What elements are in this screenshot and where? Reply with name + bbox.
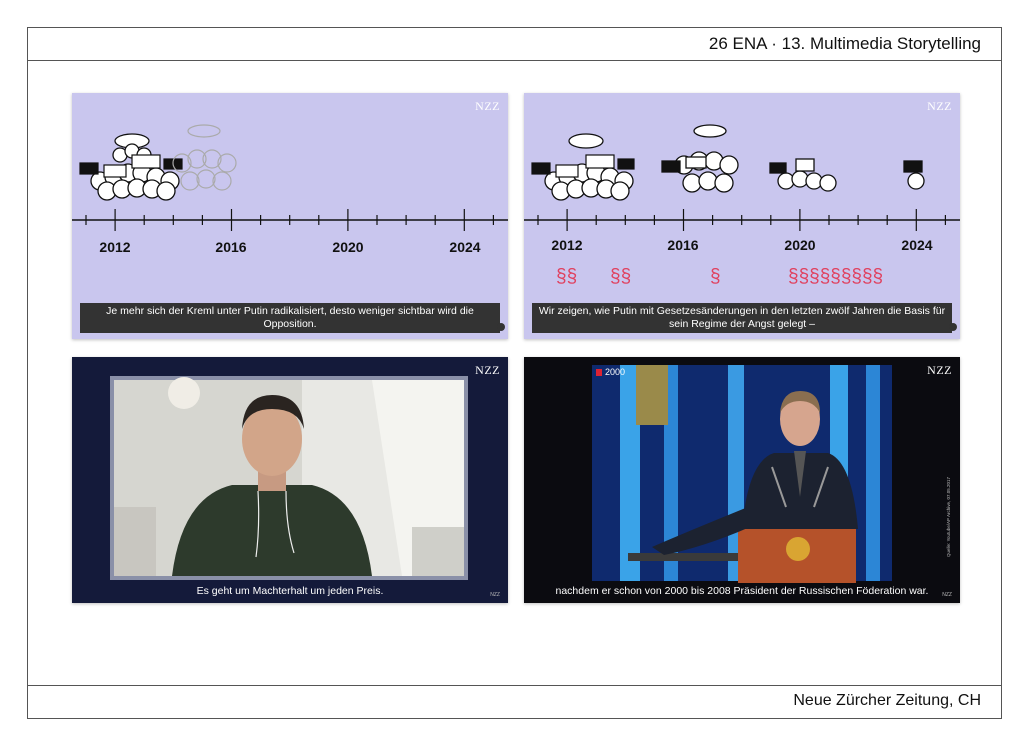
table-shape <box>628 553 738 561</box>
year-label: 2012 <box>551 237 582 253</box>
timeline-panel-opposition: NZZ 2012 2016 2020 2024 Je mehr sich der… <box>72 93 508 339</box>
nzz-watermark: NZZ <box>490 592 500 598</box>
subtitle: Je mehr sich der Kreml unter Putin radik… <box>80 303 500 333</box>
law-paragraph-symbols: §§§§§§§§§ <box>788 266 883 287</box>
slide-title: 26 ENA · 13. Multimedia Storytelling <box>708 34 981 53</box>
year-label: 2016 <box>667 237 698 253</box>
player-dot-icon <box>949 323 957 331</box>
timeline-graphic: 2012 2016 2020 2024 §§ §§ § §§§§§§§§§ <box>524 124 960 287</box>
protest-crowd-2020-icon <box>769 158 837 192</box>
law-paragraph-symbols: § <box>710 266 721 287</box>
protest-crowd-2016-icon <box>661 124 739 193</box>
year-badge: 2000 <box>596 367 625 377</box>
subtitle: Es geht um Machterhalt um jeden Preis. <box>196 585 384 597</box>
year-label: 2024 <box>449 239 480 255</box>
source-credit: Quelle: Youtube/AP Archive, 07.05.2017 <box>946 477 951 557</box>
interview-video-frame <box>110 376 468 580</box>
calendar-icon <box>596 369 602 377</box>
source-label: Neue Zürcher Zeitung, CH <box>793 692 981 709</box>
header-bar: 26 ENA · 13. Multimedia Storytelling <box>28 28 1001 61</box>
year-label: 2020 <box>332 239 363 255</box>
coat-of-arms-icon <box>786 537 810 561</box>
year-label: 2016 <box>215 239 246 255</box>
archive-video-frame <box>592 365 892 583</box>
timeline-graphic: 2012 2016 2020 2024 <box>72 124 508 255</box>
protester-2024-icon <box>903 160 925 190</box>
video-panel-archive: NZZ 2000 Quelle: Youtube/AP Archive, 07.… <box>524 357 960 603</box>
faded-crowd-icon <box>172 124 237 191</box>
player-dot-icon <box>497 323 505 331</box>
year-label: 2012 <box>99 239 130 255</box>
year-label: 2020 <box>784 237 815 253</box>
law-paragraph-symbols: §§ <box>556 266 577 287</box>
lamp-shape <box>168 377 200 409</box>
timeline-panel-laws: NZZ 2012 2016 2020 2024 §§ §§ § §§§§§§§§… <box>524 93 960 339</box>
year-label: 2024 <box>901 237 932 253</box>
subtitle: nachdem er schon von 2000 bis 2008 Präsi… <box>555 585 929 597</box>
subtitle: Wir zeigen, wie Putin mit Gesetzesänderu… <box>532 303 952 333</box>
law-paragraph-symbols: §§ <box>610 266 631 287</box>
standard-shape <box>636 365 668 425</box>
footer-bar: Neue Zürcher Zeitung, CH <box>28 685 1001 718</box>
nzz-watermark: NZZ <box>942 592 952 598</box>
video-panel-interview: NZZ Es geht um Machterhalt um jeden Prei… <box>72 357 508 603</box>
